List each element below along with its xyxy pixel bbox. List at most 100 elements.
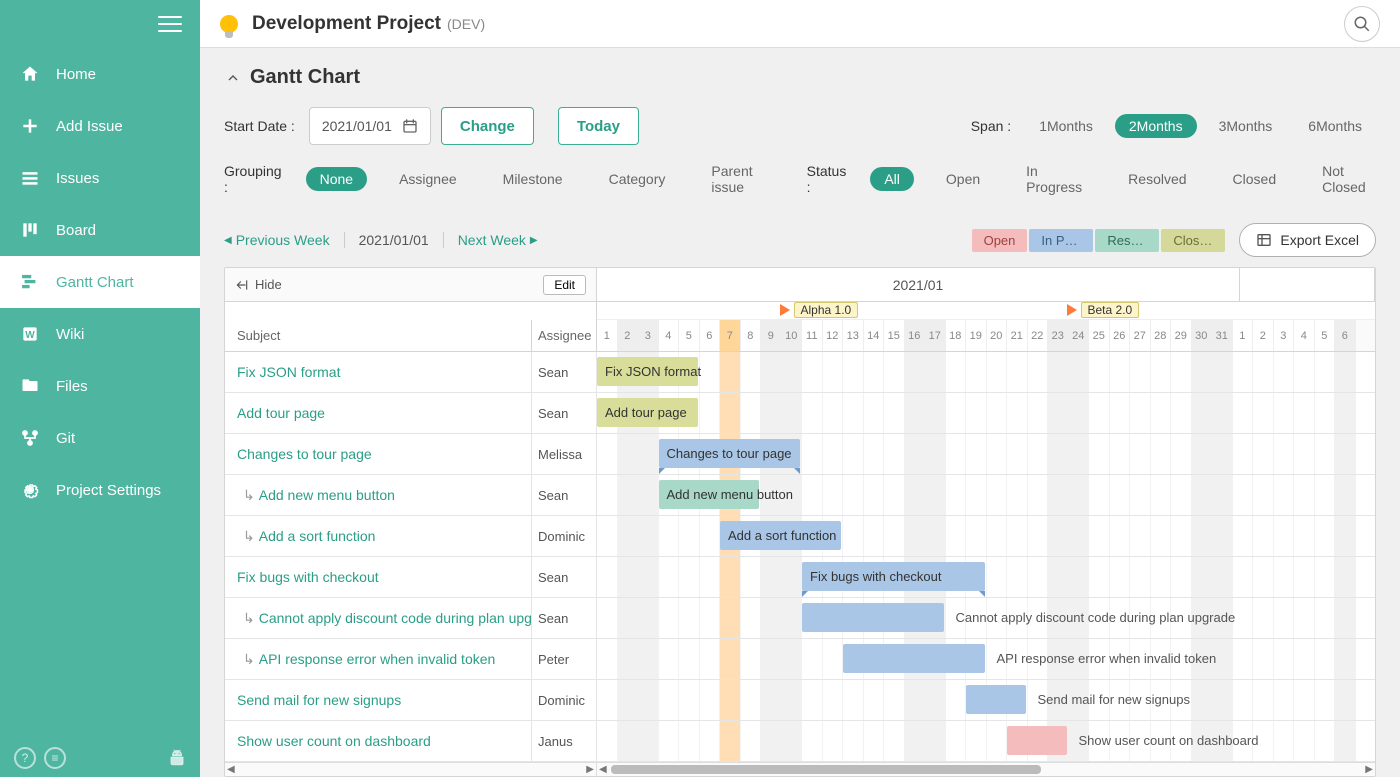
task-subject-link[interactable]: ↳Add new menu button	[225, 475, 532, 515]
sidebar-item-add-issue[interactable]: Add Issue	[0, 100, 200, 152]
milestone-flag[interactable]: Alpha 1.0	[780, 302, 859, 318]
wiki-icon: W	[18, 322, 42, 346]
status-label: Status :	[807, 163, 847, 195]
gantt-bar[interactable]: Add a sort function	[720, 521, 841, 550]
gantt-bar[interactable]: Changes to tour page	[659, 439, 801, 468]
sidebar-item-label: Git	[56, 430, 75, 447]
task-subject-link[interactable]: ↳API response error when invalid token	[225, 639, 532, 679]
day-header-cell: 24	[1069, 320, 1090, 351]
status-not-closed[interactable]: Not Closed	[1308, 159, 1380, 199]
task-assignee: Sean	[532, 557, 597, 597]
sidebar-item-label: Wiki	[56, 326, 84, 343]
task-assignee: Janus	[532, 721, 597, 761]
task-subject-link[interactable]: Fix bugs with checkout	[225, 557, 532, 597]
status-all[interactable]: All	[870, 167, 914, 191]
task-subject-link[interactable]: ↳Cannot apply discount code during plan …	[225, 598, 532, 638]
sidebar-item-home[interactable]: Home	[0, 48, 200, 100]
board-icon	[18, 218, 42, 242]
sidebar-item-git[interactable]: Git	[0, 412, 200, 464]
day-header-cell: 19	[966, 320, 987, 351]
grouping-assignee[interactable]: Assignee	[385, 167, 471, 191]
task-assignee: Sean	[532, 393, 597, 433]
scroll-arrow-left-icon[interactable]: ◀	[599, 764, 607, 775]
export-excel-button[interactable]: Export Excel	[1239, 223, 1376, 257]
gantt-bar[interactable]	[1007, 726, 1067, 755]
edit-button[interactable]: Edit	[543, 275, 586, 295]
gantt-bar[interactable]: Add new menu button	[659, 480, 760, 509]
hide-columns-toggle[interactable]: Hide	[235, 277, 282, 292]
scroll-arrow-right-icon[interactable]: ▶	[1365, 764, 1373, 775]
week-date: 2021/01/01	[344, 232, 444, 248]
day-header-cell: 13	[843, 320, 864, 351]
info-icon[interactable]: ≡	[44, 747, 66, 769]
gantt-bar-label: API response error when invalid token	[989, 644, 1225, 673]
chevron-up-icon[interactable]	[224, 69, 242, 87]
timeline-scroll-thumb[interactable]	[611, 765, 1041, 774]
child-arrow-icon: ↳	[243, 487, 255, 504]
gantt-bar[interactable]: Fix bugs with checkout	[802, 562, 985, 591]
month-header-next	[1240, 268, 1375, 301]
task-row: Changes to tour pageMelissaChanges to to…	[225, 434, 1375, 475]
content: Gantt Chart Start Date : 2021/01/01 Chan…	[200, 48, 1400, 777]
task-assignee: Sean	[532, 352, 597, 392]
search-icon[interactable]	[1344, 6, 1380, 42]
status-open[interactable]: Open	[932, 167, 994, 191]
task-subject-link[interactable]: Changes to tour page	[225, 434, 532, 474]
help-icon[interactable]: ?	[14, 747, 36, 769]
grouping-parent-issue[interactable]: Parent issue	[697, 159, 766, 199]
task-assignee: Dominic	[532, 680, 597, 720]
scroll-arrow-right-icon[interactable]: ▶	[586, 764, 594, 775]
grouping-category[interactable]: Category	[595, 167, 680, 191]
next-week-link[interactable]: Next Week	[458, 232, 526, 248]
start-date-input[interactable]: 2021/01/01	[309, 107, 431, 145]
status-resolved[interactable]: Resolved	[1114, 167, 1200, 191]
milestone-flag[interactable]: Beta 2.0	[1067, 302, 1140, 318]
task-subject-link[interactable]: ↳Add a sort function	[225, 516, 532, 556]
scroll-arrow-left-icon[interactable]: ◀	[227, 764, 235, 775]
calendar-icon	[402, 118, 418, 134]
export-label: Export Excel	[1280, 232, 1359, 248]
grouping-milestone[interactable]: Milestone	[489, 167, 577, 191]
android-icon[interactable]	[168, 749, 186, 767]
sidebar-item-gantt-chart[interactable]: Gantt Chart	[0, 256, 200, 308]
change-button[interactable]: Change	[441, 107, 534, 145]
today-button[interactable]: Today	[558, 107, 639, 145]
sidebar-item-files[interactable]: Files	[0, 360, 200, 412]
plus-icon	[18, 114, 42, 138]
status-in-progress[interactable]: In Progress	[1012, 159, 1096, 199]
task-subject-link[interactable]: Send mail for new signups	[225, 680, 532, 720]
spreadsheet-icon	[1256, 232, 1272, 248]
span-1months[interactable]: 1Months	[1025, 114, 1107, 138]
sidebar-item-wiki[interactable]: W Wiki	[0, 308, 200, 360]
legend-open: Open	[972, 229, 1028, 252]
gantt-bar[interactable]	[802, 603, 944, 632]
git-icon	[18, 426, 42, 450]
gantt-bar[interactable]: Add tour page	[597, 398, 698, 427]
task-subject-link[interactable]: Fix JSON format	[225, 352, 532, 392]
task-row: Send mail for new signupsDominicSend mai…	[225, 680, 1375, 721]
day-header-cell: 25	[1089, 320, 1110, 351]
gantt-bar-label: Send mail for new signups	[1030, 685, 1198, 714]
task-subject-link[interactable]: Add tour page	[225, 393, 532, 433]
sidebar-item-issues[interactable]: Issues	[0, 152, 200, 204]
gantt-bar[interactable]	[966, 685, 1026, 714]
hamburger-icon[interactable]	[158, 16, 182, 32]
span-2months[interactable]: 2Months	[1115, 114, 1197, 138]
status-closed[interactable]: Closed	[1219, 167, 1291, 191]
gantt-bar[interactable]: Fix JSON format	[597, 357, 698, 386]
span-6months[interactable]: 6Months	[1294, 114, 1376, 138]
gantt-bar-label: Cannot apply discount code during plan u…	[948, 603, 1244, 632]
subject-column-header: Subject	[225, 320, 532, 351]
day-header-cell: 31	[1212, 320, 1233, 351]
task-subject-link[interactable]: Show user count on dashboard	[225, 721, 532, 761]
gantt-bar[interactable]	[843, 644, 985, 673]
assignee-column-header: Assignee	[532, 320, 597, 351]
sidebar-item-label: Add Issue	[56, 118, 123, 135]
grouping-none[interactable]: None	[306, 167, 367, 191]
sidebar-item-board[interactable]: Board	[0, 204, 200, 256]
span-3months[interactable]: 3Months	[1205, 114, 1287, 138]
day-header-cell: 10	[782, 320, 803, 351]
sidebar-item-project-settings[interactable]: Project Settings	[0, 464, 200, 516]
previous-week-link[interactable]: Previous Week	[236, 232, 330, 248]
gantt-icon	[18, 270, 42, 294]
